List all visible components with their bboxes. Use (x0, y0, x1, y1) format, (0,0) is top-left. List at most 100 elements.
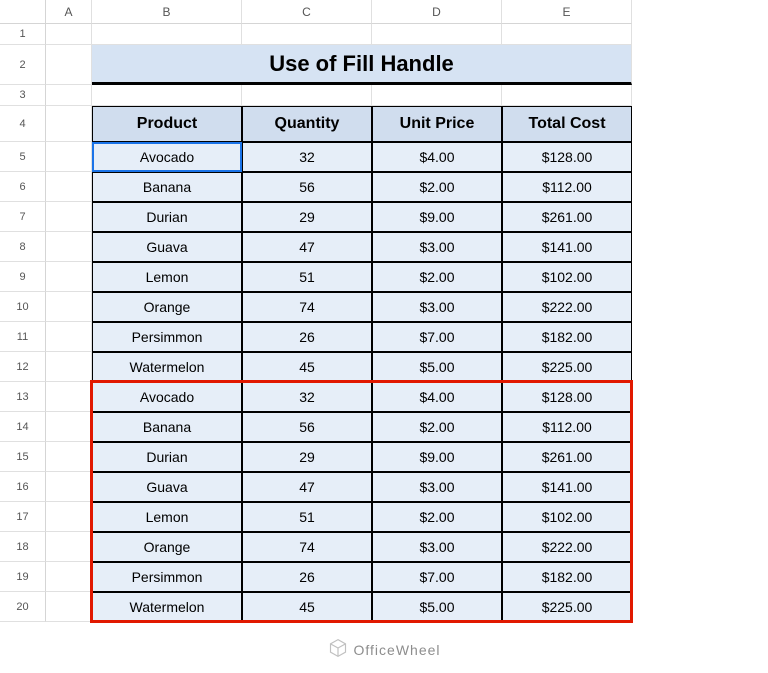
cell[interactable] (46, 592, 92, 622)
table-cell[interactable]: 45 (242, 352, 372, 382)
cell[interactable] (242, 24, 372, 45)
table-cell[interactable]: Persimmon (92, 562, 242, 592)
cell[interactable] (242, 85, 372, 106)
table-cell[interactable]: $2.00 (372, 172, 502, 202)
col-hdr-C[interactable]: C (242, 0, 372, 24)
table-cell[interactable]: $7.00 (372, 562, 502, 592)
table-cell[interactable]: 47 (242, 232, 372, 262)
col-hdr-D[interactable]: D (372, 0, 502, 24)
table-cell[interactable]: Avocado (92, 382, 242, 412)
row-hdr[interactable]: 16 (0, 472, 46, 502)
table-cell[interactable]: $112.00 (502, 412, 632, 442)
table-cell[interactable]: Orange (92, 532, 242, 562)
row-hdr[interactable]: 4 (0, 106, 46, 142)
row-hdr[interactable]: 1 (0, 24, 46, 45)
cell[interactable] (46, 532, 92, 562)
table-cell[interactable]: 51 (242, 262, 372, 292)
table-cell[interactable]: Persimmon (92, 322, 242, 352)
table-cell[interactable]: Orange (92, 292, 242, 322)
table-cell[interactable]: 74 (242, 292, 372, 322)
cell[interactable] (92, 85, 242, 106)
table-cell[interactable]: $225.00 (502, 352, 632, 382)
table-cell[interactable]: 29 (242, 442, 372, 472)
row-hdr[interactable]: 15 (0, 442, 46, 472)
cell[interactable] (46, 562, 92, 592)
table-cell[interactable]: $2.00 (372, 412, 502, 442)
cell[interactable] (372, 24, 502, 45)
cell[interactable] (46, 472, 92, 502)
row-hdr[interactable]: 6 (0, 172, 46, 202)
table-cell[interactable]: Banana (92, 412, 242, 442)
table-cell[interactable]: $2.00 (372, 262, 502, 292)
cell[interactable] (46, 24, 92, 45)
cell[interactable] (46, 172, 92, 202)
table-cell[interactable]: Guava (92, 232, 242, 262)
cell[interactable] (502, 85, 632, 106)
table-cell[interactable]: $5.00 (372, 592, 502, 622)
table-cell[interactable]: $9.00 (372, 202, 502, 232)
row-hdr[interactable]: 20 (0, 592, 46, 622)
table-cell[interactable]: Durian (92, 202, 242, 232)
table-cell[interactable]: Avocado (92, 142, 242, 172)
cell[interactable] (46, 262, 92, 292)
table-cell[interactable]: Durian (92, 442, 242, 472)
cell[interactable] (92, 24, 242, 45)
table-cell[interactable]: $261.00 (502, 442, 632, 472)
spreadsheet-grid[interactable]: 12 Use of Fill Handle 34 ProductQuantityUni… (0, 24, 768, 622)
cell[interactable] (46, 142, 92, 172)
cell[interactable] (46, 232, 92, 262)
table-cell[interactable]: $128.00 (502, 142, 632, 172)
table-cell[interactable]: 74 (242, 532, 372, 562)
col-hdr-E[interactable]: E (502, 0, 632, 24)
table-cell[interactable]: 29 (242, 202, 372, 232)
table-cell[interactable]: $9.00 (372, 442, 502, 472)
table-cell[interactable]: $4.00 (372, 382, 502, 412)
cell[interactable] (46, 45, 92, 85)
table-cell[interactable]: $102.00 (502, 262, 632, 292)
table-cell[interactable]: $2.00 (372, 502, 502, 532)
table-cell[interactable]: $222.00 (502, 292, 632, 322)
table-cell[interactable]: 56 (242, 412, 372, 442)
cell[interactable] (46, 442, 92, 472)
table-cell[interactable]: 32 (242, 142, 372, 172)
table-cell[interactable]: $3.00 (372, 292, 502, 322)
col-hdr-A[interactable]: A (46, 0, 92, 24)
table-cell[interactable]: $128.00 (502, 382, 632, 412)
table-header-cell[interactable]: Quantity (242, 106, 372, 142)
row-hdr[interactable]: 18 (0, 532, 46, 562)
row-hdr[interactable]: 14 (0, 412, 46, 442)
cell[interactable] (46, 412, 92, 442)
title-cell[interactable]: Use of Fill Handle (92, 45, 632, 85)
row-hdr[interactable]: 12 (0, 352, 46, 382)
table-cell[interactable]: $7.00 (372, 322, 502, 352)
table-cell[interactable]: $182.00 (502, 562, 632, 592)
row-hdr[interactable]: 8 (0, 232, 46, 262)
cell[interactable] (502, 24, 632, 45)
cell[interactable] (46, 202, 92, 232)
row-hdr[interactable]: 17 (0, 502, 46, 532)
table-cell[interactable]: Lemon (92, 262, 242, 292)
table-cell[interactable]: 56 (242, 172, 372, 202)
table-cell[interactable]: $3.00 (372, 472, 502, 502)
table-cell[interactable]: $182.00 (502, 322, 632, 352)
table-cell[interactable]: $5.00 (372, 352, 502, 382)
row-hdr[interactable]: 2 (0, 45, 46, 85)
cell[interactable] (46, 352, 92, 382)
table-cell[interactable]: $141.00 (502, 232, 632, 262)
cell[interactable] (372, 85, 502, 106)
cell[interactable] (46, 292, 92, 322)
row-hdr[interactable]: 9 (0, 262, 46, 292)
table-header-cell[interactable]: Unit Price (372, 106, 502, 142)
cell[interactable] (46, 85, 92, 106)
row-hdr[interactable]: 13 (0, 382, 46, 412)
row-hdr[interactable]: 7 (0, 202, 46, 232)
cell[interactable] (46, 382, 92, 412)
row-hdr[interactable]: 3 (0, 85, 46, 106)
table-cell[interactable]: $4.00 (372, 142, 502, 172)
col-hdr-B[interactable]: B (92, 0, 242, 24)
cell[interactable] (46, 322, 92, 352)
table-cell[interactable]: $3.00 (372, 232, 502, 262)
table-cell[interactable]: Guava (92, 472, 242, 502)
table-header-cell[interactable]: Product (92, 106, 242, 142)
corner-cell[interactable] (0, 0, 46, 24)
